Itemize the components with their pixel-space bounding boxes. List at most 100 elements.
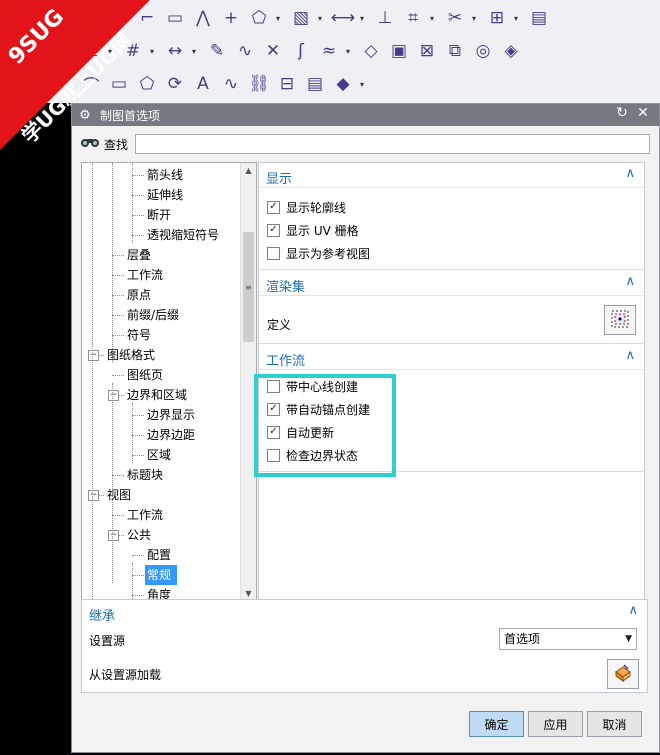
patch-icon[interactable]: ▣	[388, 40, 410, 62]
source-select[interactable]: 首选项 ▼	[499, 628, 637, 650]
dialog-titlebar[interactable]: ⚙ 制图首选项 ↻ ✕	[72, 104, 659, 126]
tree-node[interactable]: 箭头线	[145, 165, 183, 185]
point-icon[interactable]: +	[220, 7, 242, 29]
workflow-header[interactable]: 工作流 ∧	[259, 345, 644, 370]
tube-icon[interactable]: ◎	[472, 40, 494, 62]
dimension-icon[interactable]: ⟷	[331, 7, 355, 29]
book-icon[interactable]: ▤	[304, 73, 326, 95]
tree-node[interactable]: 配置	[145, 545, 171, 565]
define-button[interactable]	[604, 305, 636, 335]
dropdown-arrow-icon[interactable]: ▾	[276, 14, 284, 23]
checkbox-row[interactable]: 显示为参考视图	[267, 243, 370, 263]
close-icon[interactable]: ✕	[634, 105, 652, 121]
scroll-up-icon[interactable]: ▲	[241, 163, 256, 178]
dropdown-arrow-icon[interactable]: ▾	[346, 47, 354, 56]
collapse-icon[interactable]: ∧	[625, 274, 635, 289]
dropdown-arrow-icon[interactable]: ▾	[360, 14, 368, 23]
projection-icon[interactable]: ⌗	[402, 7, 424, 29]
dropdown-arrow-icon[interactable]: ▾	[360, 80, 368, 89]
book-icon[interactable]: ▤	[528, 7, 550, 29]
view-icon[interactable]: ⊞	[486, 7, 508, 29]
collapse-icon[interactable]: ∧	[625, 348, 635, 363]
ok-button[interactable]: 确定	[469, 711, 524, 737]
dropdown-arrow-icon[interactable]: ▾	[150, 47, 158, 56]
tree-node[interactable]: 边界显示	[145, 405, 195, 425]
collapse-icon[interactable]: ∧	[625, 166, 635, 181]
solid-icon[interactable]: ◈	[500, 40, 522, 62]
dropdown-arrow-icon[interactable]: ▾	[472, 14, 480, 23]
tree-node[interactable]: 边界边距	[145, 425, 195, 445]
surface-icon[interactable]: ◇	[360, 40, 382, 62]
constraint-icon[interactable]: ⊥	[374, 7, 396, 29]
checkbox-row[interactable]: ✓ 显示 UV 栅格	[267, 220, 359, 240]
checkbox-checked[interactable]: ✓	[267, 200, 280, 214]
tree-node[interactable]: 区域	[145, 445, 171, 465]
collapse-icon[interactable]: ∧	[628, 603, 638, 618]
polyline-icon[interactable]: ⋀	[192, 7, 214, 29]
tree-node[interactable]: 延伸线	[145, 185, 183, 205]
offset-icon[interactable]: ⟳	[164, 73, 186, 95]
apply-button[interactable]: 应用	[528, 711, 583, 737]
tree-node[interactable]: 工作流	[125, 505, 163, 525]
measure-icon[interactable]: ↔	[164, 40, 186, 62]
tree-node[interactable]: 前缀/后缀	[125, 305, 179, 325]
preferences-tree: 箭头线 延伸线 断开 透视缩短符号 层叠 工作流 原点 前缀/后缀 符号 − 图纸格式 图纸页 − 边界和…	[81, 162, 257, 602]
tree-collapse-icon[interactable]: −	[108, 390, 119, 401]
tree-collapse-icon[interactable]: −	[88, 490, 99, 501]
layer-icon[interactable]: ◆	[332, 73, 354, 95]
tree-guide	[132, 563, 133, 601]
tree-connector	[112, 255, 124, 256]
text-icon[interactable]: A	[192, 73, 214, 95]
spline-icon[interactable]: ʃ	[290, 40, 312, 62]
paint-icon[interactable]: ✎	[206, 40, 228, 62]
dropdown-arrow-icon[interactable]: ▾	[430, 14, 438, 23]
checkbox-row[interactable]: ✓ 显示轮廓线	[267, 197, 346, 217]
display-header[interactable]: 显示 ∧	[259, 163, 644, 188]
trim-icon[interactable]: ✂	[444, 7, 466, 29]
curve-icon[interactable]: ∿	[220, 73, 242, 95]
net-icon[interactable]: ⧉	[444, 40, 466, 62]
shape-icon[interactable]: ⬠	[248, 7, 270, 29]
stack-icon[interactable]: ⊟	[276, 73, 298, 95]
tree-node[interactable]: 常规	[145, 565, 178, 585]
tree-node[interactable]: 视图	[105, 485, 131, 505]
load-button[interactable]	[607, 659, 639, 689]
tree-collapse-icon[interactable]: −	[88, 350, 99, 361]
tree-node[interactable]: 透视缩短符号	[145, 225, 219, 245]
tree-node[interactable]: 边界和区域	[125, 385, 187, 405]
cross-icon[interactable]: ✕	[262, 40, 284, 62]
tree-guide	[92, 343, 93, 503]
gear-icon: ⚙	[79, 107, 91, 123]
hatch-icon[interactable]: ▧	[290, 7, 312, 29]
display-title: 显示	[266, 172, 293, 187]
scroll-thumb[interactable]: ≡	[243, 232, 254, 342]
checkbox-checked[interactable]: ✓	[267, 223, 280, 237]
dropdown-arrow-icon[interactable]: ▾	[318, 14, 326, 23]
render-header[interactable]: 渲染集 ∧	[259, 271, 644, 296]
link-icon[interactable]: ⛓	[248, 73, 270, 95]
tree-node[interactable]: 断开	[145, 205, 171, 225]
grid-select-icon	[611, 310, 629, 331]
wave-icon[interactable]: ≈	[318, 40, 340, 62]
tree-node[interactable]: 图纸页	[125, 365, 163, 385]
dropdown-arrow-icon[interactable]: ▾	[192, 47, 200, 56]
tree-node[interactable]: 层叠	[125, 245, 151, 265]
tree-node[interactable]: 工作流	[125, 265, 163, 285]
dropdown-arrow-icon[interactable]: ▾	[514, 14, 522, 23]
tree-collapse-icon[interactable]: −	[108, 530, 119, 541]
tree-node[interactable]: 标题块	[125, 465, 163, 485]
search-input[interactable]	[135, 134, 650, 154]
tree-node[interactable]: 公共	[125, 525, 151, 545]
tree-connector	[112, 475, 124, 476]
checkbox-unchecked[interactable]	[267, 246, 280, 260]
cancel-button[interactable]: 取消	[587, 711, 642, 737]
dialog-title: 制图首选项	[100, 108, 161, 123]
mesh-icon[interactable]: ⊠	[416, 40, 438, 62]
tree-node[interactable]: 符号	[125, 325, 151, 345]
load-settings-icon	[613, 663, 633, 685]
render-section: 渲染集 ∧ 定义	[259, 271, 644, 344]
rectangle-icon[interactable]: ▭	[164, 7, 186, 29]
curve-icon[interactable]: ∿	[234, 40, 256, 62]
reset-icon[interactable]: ↻	[613, 105, 631, 121]
tree-node[interactable]: 原点	[125, 285, 151, 305]
